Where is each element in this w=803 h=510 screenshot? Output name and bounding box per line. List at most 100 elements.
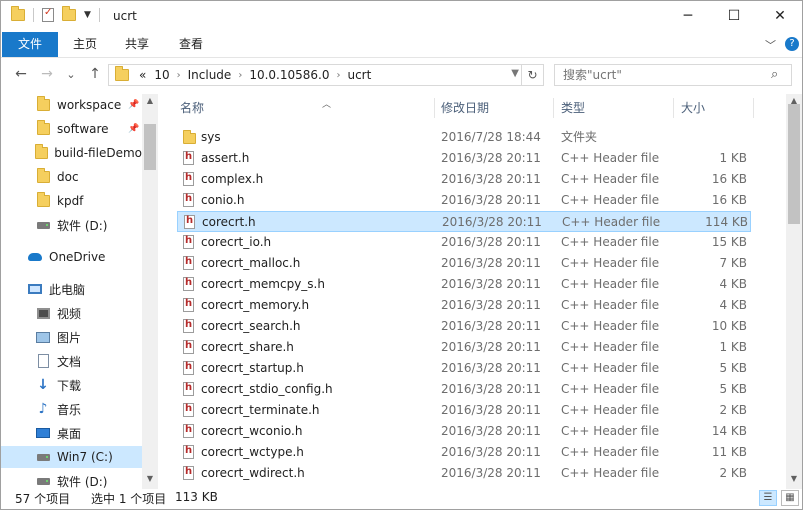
file-row[interactable]: sys 2016/7/28 18:44 文件夹: [177, 127, 751, 148]
help-icon[interactable]: ?: [785, 37, 799, 51]
file-row[interactable]: corecrt_memory.h 2016/3/28 20:11 C++ Heade…: [177, 295, 751, 316]
file-date: 2016/3/28 20:11: [441, 445, 541, 459]
tab-view[interactable]: 查看: [169, 32, 213, 57]
tab-file[interactable]: 文件: [2, 32, 58, 57]
forward-button[interactable]: →: [37, 66, 57, 82]
sidebar-item[interactable]: kpdf: [1, 190, 142, 212]
file-size: 16 KB: [711, 172, 747, 186]
file-row[interactable]: corecrt_search.h 2016/3/28 20:11 C++ Heade…: [177, 316, 751, 337]
sidebar-item[interactable]: OneDrive: [1, 246, 142, 268]
sidebar-item[interactable]: ♪ 音乐: [1, 398, 142, 420]
sidebar-item[interactable]: 软件 (D:): [1, 214, 142, 236]
header-file-icon: [183, 193, 195, 208]
file-name: complex.h: [201, 172, 264, 186]
breadcrumb-version[interactable]: 10.0.10586.0: [249, 68, 329, 82]
scroll-down-icon[interactable]: ▼: [786, 474, 802, 483]
scroll-down-icon[interactable]: ▼: [142, 474, 158, 483]
file-row[interactable]: corecrt_wdirect.h 2016/3/28 20:11 C++ Head…: [177, 463, 751, 484]
file-row[interactable]: conio.h 2016/3/28 20:11 C++ Header file 16 …: [177, 190, 751, 211]
scrollbar-thumb[interactable]: [144, 124, 156, 170]
scrollbar-thumb[interactable]: [788, 104, 800, 224]
maximize-button[interactable]: ☐: [711, 1, 757, 32]
up-button[interactable]: ↑: [85, 66, 105, 82]
header-file-icon: [183, 403, 195, 418]
sidebar-item[interactable]: 视频: [1, 302, 142, 324]
column-header-type[interactable]: 类型: [561, 97, 585, 119]
sidebar-item-label: 此电脑: [49, 282, 86, 297]
large-icons-view-button[interactable]: ▦: [781, 490, 799, 506]
column-divider[interactable]: [553, 98, 554, 118]
sidebar-item[interactable]: 软件 (D:): [1, 470, 142, 489]
sidebar-item[interactable]: 图片: [1, 326, 142, 348]
header-file-icon: [184, 215, 196, 230]
file-list-scrollbar[interactable]: ▲ ▼: [786, 94, 802, 489]
tab-share[interactable]: 共享: [115, 32, 159, 57]
sidebar-item[interactable]: build-fileDemo: [1, 142, 142, 164]
file-row[interactable]: corecrt_stdio_config.h 2016/3/28 20:11 C++…: [177, 379, 751, 400]
folder-icon[interactable]: [11, 6, 25, 21]
column-header-size[interactable]: 大小: [681, 97, 705, 119]
pin-icon[interactable]: 📌: [128, 124, 139, 134]
minimize-button[interactable]: ─: [665, 1, 711, 32]
details-view-button[interactable]: ☰: [759, 490, 777, 506]
file-row[interactable]: corecrt_share.h 2016/3/28 20:11 C++ Header…: [177, 337, 751, 358]
file-row[interactable]: corecrt_malloc.h 2016/3/28 20:11 C++ Heade…: [177, 253, 751, 274]
file-row[interactable]: corecrt_startup.h 2016/3/28 20:11 C++ Head…: [177, 358, 751, 379]
file-name: corecrt_io.h: [201, 235, 272, 249]
file-row[interactable]: assert.h 2016/3/28 20:11 C++ Header file 1 …: [177, 148, 751, 169]
column-header-name[interactable]: ︿ 名称: [180, 97, 331, 119]
close-button[interactable]: ✕: [757, 1, 803, 32]
chevron-down-icon[interactable]: ▼: [84, 10, 91, 20]
file-row[interactable]: corecrt_terminate.h 2016/3/28 20:11 C++ He…: [177, 400, 751, 421]
address-bar[interactable]: « 10 › Include › 10.0.10586.0 › ucrt ▼: [108, 64, 522, 86]
file-type: C++ Header file: [561, 340, 660, 354]
file-size: 7 KB: [719, 256, 747, 270]
pin-icon[interactable]: 📌: [128, 100, 139, 110]
ribbon: 文件 主页 共享 查看 ﹀ ?: [1, 32, 802, 58]
column-divider[interactable]: [434, 98, 435, 118]
sidebar-item[interactable]: ↓ 下载: [1, 374, 142, 396]
breadcrumb-include[interactable]: Include: [188, 68, 232, 82]
tab-home[interactable]: 主页: [63, 32, 107, 57]
status-bar: 57 个项目 选中 1 个项目 113 KB ☰ ▦: [1, 489, 802, 509]
file-name: corecrt_memory.h: [201, 298, 310, 312]
file-size: 15 KB: [711, 235, 747, 249]
column-divider[interactable]: [753, 98, 754, 118]
column-header-date[interactable]: 修改日期: [441, 97, 489, 119]
chevron-right-icon[interactable]: ›: [177, 70, 181, 81]
refresh-button[interactable]: ↻: [522, 64, 544, 86]
search-input[interactable]: [554, 64, 792, 86]
column-divider[interactable]: [673, 98, 674, 118]
chevron-right-icon[interactable]: ›: [336, 70, 340, 81]
breadcrumb-10[interactable]: 10: [154, 68, 169, 82]
sidebar-item[interactable]: software 📌: [1, 118, 142, 140]
breadcrumb-ucrt[interactable]: ucrt: [347, 68, 371, 82]
file-row[interactable]: corecrt_memcpy_s.h 2016/3/28 20:11 C++ Hea…: [177, 274, 751, 295]
address-dropdown-icon[interactable]: ▼: [511, 68, 519, 79]
file-row[interactable]: corecrt_wctype.h 2016/3/28 20:11 C++ Heade…: [177, 442, 751, 463]
recent-locations-button[interactable]: ⌄: [61, 68, 81, 81]
properties-icon[interactable]: [42, 7, 54, 22]
file-row[interactable]: corecrt.h 2016/3/28 20:11 C++ Header file 1…: [177, 211, 751, 232]
file-type: C++ Header file: [561, 403, 660, 417]
sidebar-item[interactable]: Win7 (C:): [1, 446, 142, 468]
sidebar-item[interactable]: doc: [1, 166, 142, 188]
sort-ascending-icon: ︿: [322, 100, 332, 110]
file-row[interactable]: complex.h 2016/3/28 20:11 C++ Header file 1…: [177, 169, 751, 190]
navigation-scrollbar[interactable]: ▲ ▼: [142, 94, 158, 489]
chevron-right-icon[interactable]: ›: [238, 70, 242, 81]
scroll-up-icon[interactable]: ▲: [142, 96, 158, 105]
file-row[interactable]: corecrt_wconio.h 2016/3/28 20:11 C++ Heade…: [177, 421, 751, 442]
file-row[interactable]: corecrt_io.h 2016/3/28 20:11 C++ Header fi…: [177, 232, 751, 253]
file-type: C++ Header file: [561, 172, 660, 186]
back-button[interactable]: ←: [11, 66, 31, 82]
sidebar-item[interactable]: 文档: [1, 350, 142, 372]
new-folder-icon[interactable]: [62, 6, 76, 21]
breadcrumb-overflow[interactable]: «: [139, 68, 146, 82]
sidebar-item[interactable]: workspace 📌: [1, 94, 142, 116]
file-date: 2016/3/28 20:11: [441, 277, 541, 291]
sidebar-item[interactable]: 桌面: [1, 422, 142, 444]
sidebar-item[interactable]: 此电脑: [1, 278, 142, 300]
ribbon-collapse-button[interactable]: ﹀: [765, 37, 776, 53]
title-bar: ▼ ucrt ─ ☐ ✕: [1, 1, 802, 32]
